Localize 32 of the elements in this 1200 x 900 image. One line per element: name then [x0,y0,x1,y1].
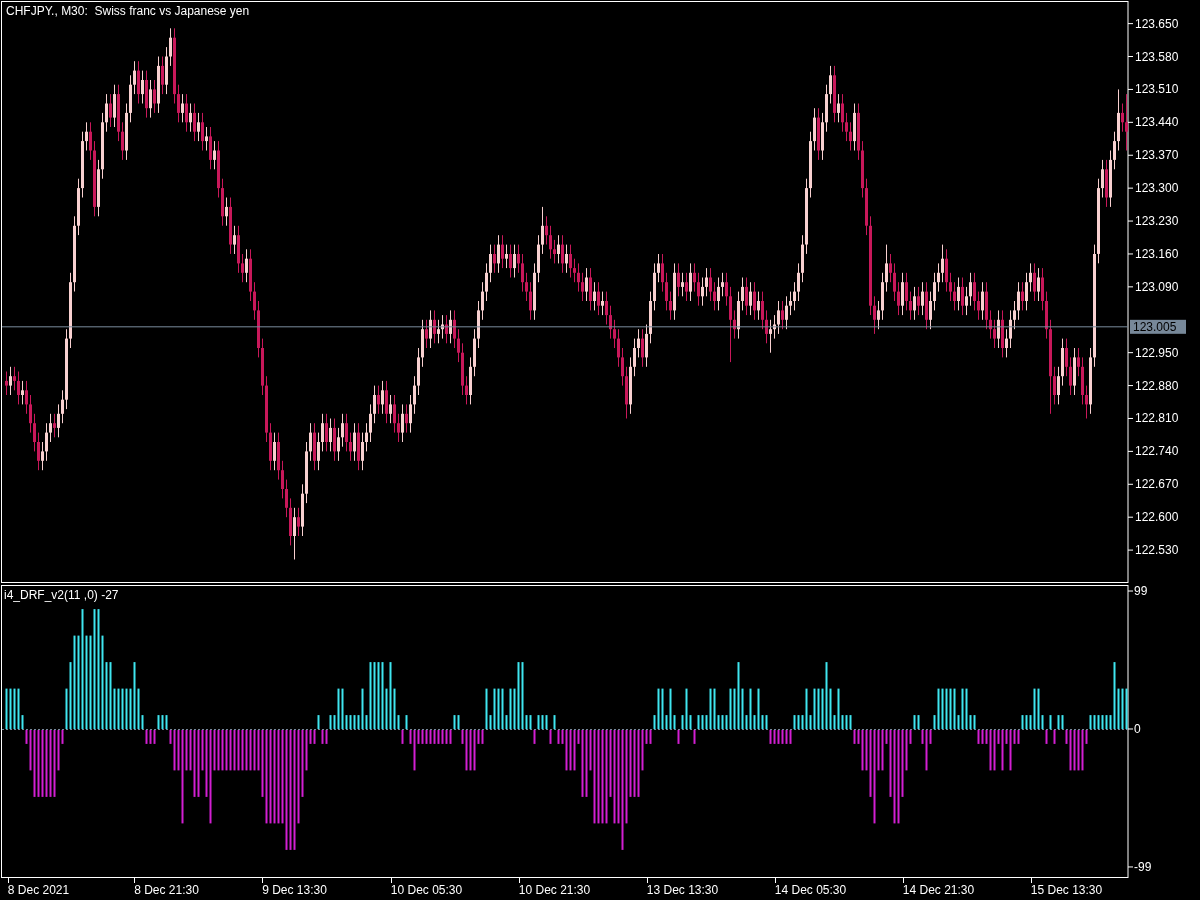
time-axis-label: 14 Dec 21:30 [902,883,975,897]
price-axis-label: 122.670 [1135,477,1179,492]
ref-line-label: 123.005 [1133,320,1177,335]
chart-title: CHFJPY., M30: Swiss franc vs Japanese yen [6,4,250,18]
price-axis-label: 123.160 [1135,246,1179,261]
price-tag: 123.005 [1130,319,1186,335]
time-axis-label: 14 Dec 05:30 [774,883,847,897]
price-axis-label: 122.810 [1135,411,1179,426]
time-axis-label: 8 Dec 2021 [7,883,70,897]
price-axis-label: 122.880 [1135,378,1179,393]
indicator-axis-label: 0 [1134,722,1141,736]
price-axis-label: 123.440 [1135,115,1179,130]
time-axis-label: 10 Dec 05:30 [390,883,463,897]
indicator-axis-label: 99 [1134,584,1148,598]
indicator-title: i4_DRF_v2(11 ,0) -27 [4,588,119,602]
price-axis-label: 123.580 [1135,49,1179,64]
price-axis-label: 122.740 [1135,444,1179,459]
price-axis-label: 123.510 [1135,82,1179,97]
price-axis-label: 122.530 [1135,543,1179,558]
time-axis-label: 10 Dec 21:30 [518,883,591,897]
indicator-axis-label: -99 [1134,859,1152,874]
time-axis-label: 13 Dec 13:30 [646,883,719,897]
time-axis-label: 8 Dec 21:30 [134,883,199,897]
time-axis-label: 15 Dec 13:30 [1030,883,1103,897]
price-axis-label: 122.950 [1135,345,1179,360]
price-axis-label: 123.230 [1135,214,1179,229]
time-axis-label: 9 Dec 13:30 [262,883,327,897]
price-axis-label: 123.090 [1135,279,1179,294]
price-axis-label: 123.650 [1135,16,1179,31]
price-axis-label: 123.300 [1135,181,1179,196]
price-axis-label: 122.600 [1135,510,1179,525]
price-axis-label: 123.370 [1135,148,1179,163]
